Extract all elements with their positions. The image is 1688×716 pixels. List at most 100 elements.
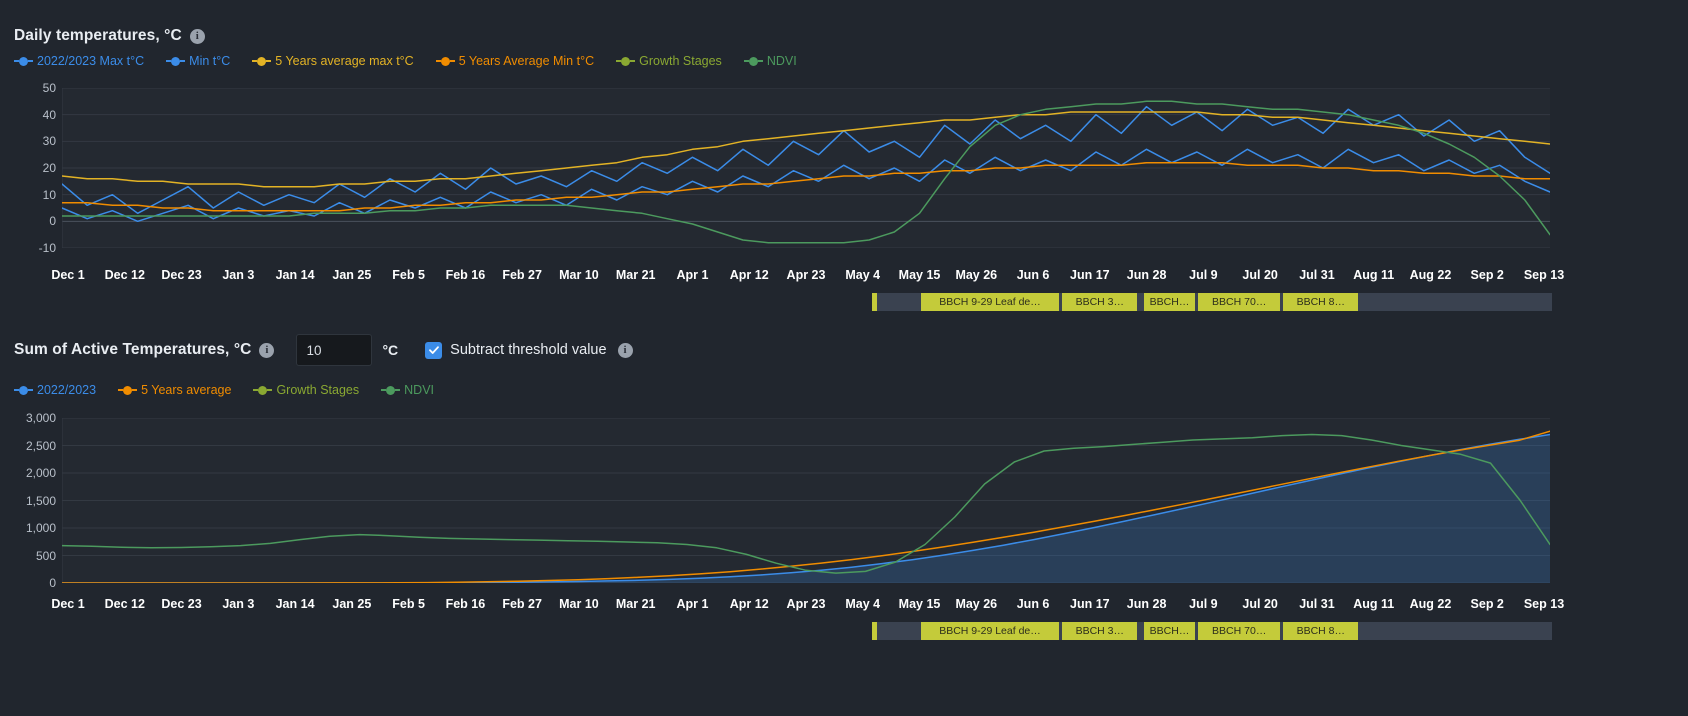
x-axis-tick: Sep 13 <box>1523 268 1565 282</box>
growth-stage-segment[interactable]: BBCH… <box>1144 293 1195 311</box>
x-axis-tick: Apr 23 <box>786 268 826 282</box>
growth-stage-segment[interactable]: BBCH 9-29 Leaf de… <box>920 293 1059 311</box>
legend-label: Growth Stages <box>639 54 722 68</box>
y-axis-tick: 500 <box>35 548 56 563</box>
x-axis-tick: Jun 28 <box>1126 597 1167 611</box>
growth-stage-label: BBCH 70… <box>1212 296 1267 308</box>
x-axis-tick: Mar 10 <box>559 268 599 282</box>
growth-stage-segment[interactable]: BBCH 3… <box>1062 293 1138 311</box>
x-axis-tick: Jun 17 <box>1070 597 1110 611</box>
y-axis-tick: 30 <box>42 134 56 149</box>
x-axis-tick: May 4 <box>845 597 881 611</box>
x-axis-tick: Aug 11 <box>1353 597 1395 611</box>
growth-stage-label: BBCH 8… <box>1296 296 1345 308</box>
info-icon[interactable]: i <box>617 342 633 358</box>
growth-stage-segment[interactable] <box>877 293 921 311</box>
growth-stage-label: BBCH 3… <box>1075 296 1124 308</box>
x-axis-tick: Jan 3 <box>222 268 255 282</box>
daily-temperatures-x-axis: Dec 1 Dec 12 Dec 23 Jan 3 Jan 14 Jan 25 Feb 5 F… <box>0 268 1688 288</box>
legend-label: 5 Years Average Min t°C <box>458 54 595 68</box>
sum-active-temperatures-chart: 0 500 1,000 1,500 2,000 2,500 3,000 <box>0 411 1688 590</box>
x-axis-tick: Dec 1 <box>51 597 85 611</box>
sum-active-temperatures-x-axis: Dec 1 Dec 12 Dec 23 Jan 3 Jan 14 Jan 25 Feb 5 F… <box>0 597 1688 617</box>
legend-item[interactable]: Growth Stages <box>616 54 722 68</box>
legend-label: Min t°C <box>189 54 231 68</box>
subtract-threshold-label: Subtract threshold value <box>450 342 607 358</box>
legend-item[interactable]: Min t°C <box>166 54 230 68</box>
y-axis-tick: 2,500 <box>25 438 56 453</box>
x-axis-tick: Apr 1 <box>676 597 709 611</box>
y-axis-tick: 40 <box>42 107 56 122</box>
x-axis-tick: Mar 21 <box>615 597 656 611</box>
x-axis-tick: Jan 14 <box>275 597 315 611</box>
y-axis-tick: 2,000 <box>25 466 56 480</box>
legend-marker-icon <box>253 385 273 395</box>
legend-marker-icon <box>616 56 636 66</box>
info-icon[interactable]: i <box>189 28 205 44</box>
legend-item[interactable]: 2022/2023 Max t°C <box>14 54 144 68</box>
x-axis-tick: May 26 <box>955 268 998 282</box>
legend-marker-icon <box>381 385 401 395</box>
y-axis-tick: 20 <box>42 161 56 175</box>
daily-temperatures-legend: 2022/2023 Max t°C Min t°C 5 Years average … <box>0 54 797 68</box>
legend-marker-icon <box>743 56 763 66</box>
x-axis-tick: Apr 23 <box>786 597 826 611</box>
legend-item[interactable]: NDVI <box>743 54 797 68</box>
legend-item[interactable]: 2022/2023 <box>14 383 96 397</box>
legend-item[interactable]: 5 Years average <box>118 383 231 397</box>
x-axis-tick: Sep 13 <box>1523 597 1565 611</box>
legend-item[interactable]: NDVI <box>381 383 434 397</box>
x-axis-tick: Apr 12 <box>729 268 769 282</box>
x-axis-tick: Jun 28 <box>1126 268 1167 282</box>
legend-marker-icon <box>435 56 455 66</box>
growth-stage-segment[interactable]: BBCH 3… <box>1062 622 1138 640</box>
y-axis-tick: 1,000 <box>25 521 56 535</box>
growth-stage-segment[interactable]: BBCH 8… <box>1283 293 1359 311</box>
x-axis-tick: May 15 <box>898 597 941 611</box>
legend-label: 5 Years average max t°C <box>275 54 414 68</box>
growth-stage-segment[interactable] <box>877 622 921 640</box>
x-axis-tick: Jul 31 <box>1299 597 1335 611</box>
info-icon[interactable]: i <box>259 342 275 358</box>
growth-stage-label: BBCH 8… <box>1296 625 1345 637</box>
growth-stage-label: BBCH… <box>1149 625 1190 637</box>
sum-active-temperatures-legend: 2022/2023 5 Years average Growth Stages NDV… <box>0 383 434 397</box>
x-axis-tick: Jul 9 <box>1189 597 1218 611</box>
legend-label: 5 Years average <box>141 383 232 397</box>
growth-stage-segment[interactable]: BBCH 9-29 Leaf de… <box>920 622 1059 640</box>
x-axis-tick: Mar 10 <box>559 597 599 611</box>
growth-stage-segment[interactable]: BBCH 70… <box>1198 622 1280 640</box>
subtract-threshold-checkbox[interactable] <box>425 341 443 359</box>
growth-stages-bar-top[interactable]: BBCH 9-29 Leaf de… BBCH 3… BBCH… BBCH 70… BB… <box>872 293 1552 311</box>
daily-temperatures-y-axis: -10 0 10 20 30 40 50 <box>0 81 56 255</box>
growth-stage-label: BBCH 9-29 Leaf de… <box>939 625 1041 637</box>
growth-stages-bar-bottom[interactable]: BBCH 9-29 Leaf de… BBCH 3… BBCH… BBCH 70… BB… <box>872 622 1552 640</box>
legend-marker-icon <box>14 56 33 66</box>
threshold-unit-label: °C <box>382 342 399 358</box>
legend-label: NDVI <box>404 383 435 397</box>
x-axis-tick: Feb 16 <box>445 268 486 282</box>
growth-stage-segment[interactable]: BBCH 8… <box>1283 622 1359 640</box>
legend-item[interactable]: 5 Years average max t°C <box>252 54 414 68</box>
growth-stage-segment[interactable] <box>1358 293 1552 311</box>
legend-item[interactable]: Growth Stages <box>253 383 359 397</box>
x-axis-tick: Dec 12 <box>104 268 145 282</box>
x-axis-tick: Dec 23 <box>161 597 202 611</box>
x-axis-tick: Jul 9 <box>1189 268 1218 282</box>
x-axis-tick: Aug 11 <box>1353 268 1395 282</box>
growth-stage-label: BBCH 70… <box>1212 625 1267 637</box>
growth-stage-segment[interactable]: BBCH 70… <box>1198 293 1280 311</box>
x-axis-tick: Aug 22 <box>1409 597 1452 611</box>
x-axis-tick: Dec 23 <box>161 268 202 282</box>
growth-stage-segment[interactable]: BBCH… <box>1144 622 1195 640</box>
x-axis-tick: Dec 1 <box>51 268 85 282</box>
sum-active-temperatures-plot <box>62 418 1550 583</box>
growth-stage-label: BBCH 3… <box>1075 625 1124 637</box>
dashboard-page: Daily temperatures, °C i 2022/2023 Max t… <box>0 0 1688 716</box>
growth-stage-segment[interactable] <box>1358 622 1552 640</box>
legend-item[interactable]: 5 Years Average Min t°C <box>435 54 595 68</box>
x-axis-tick: Apr 12 <box>729 597 769 611</box>
x-axis-tick: Jun 6 <box>1016 268 1050 282</box>
threshold-input[interactable] <box>296 334 373 366</box>
page-title: Daily temperatures, °C <box>14 27 182 44</box>
